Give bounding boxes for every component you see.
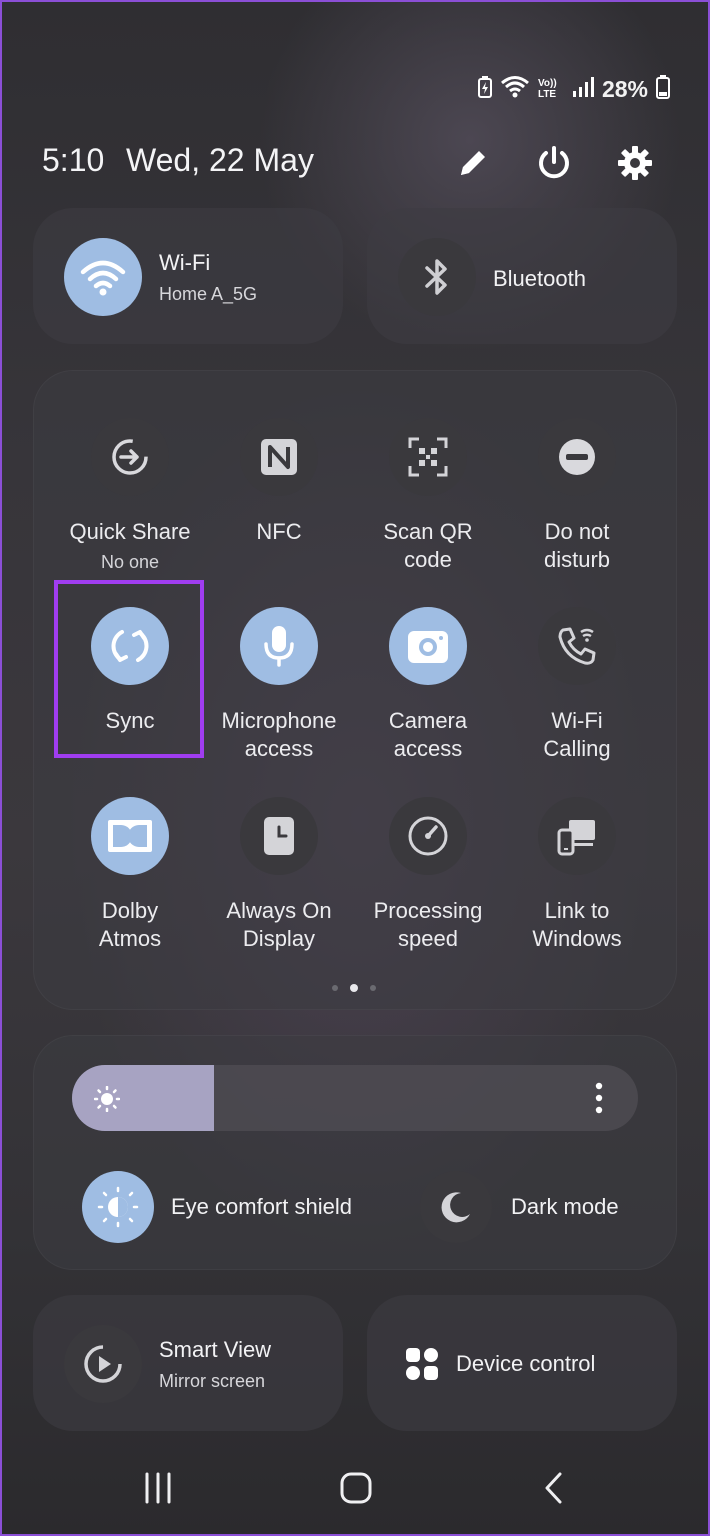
tile-always-on-display[interactable]: Always On Display bbox=[204, 797, 354, 977]
bluetooth-icon bbox=[398, 238, 476, 316]
tile-nfc[interactable]: NFC bbox=[204, 418, 354, 598]
eye-comfort-label: Eye comfort shield bbox=[171, 1194, 352, 1219]
wifi-tile[interactable]: Wi-Fi Home A_5G bbox=[33, 208, 343, 344]
tile-processing-speed[interactable]: Processing speed bbox=[353, 797, 503, 977]
tile-link-to-windows[interactable]: Link to Windows bbox=[502, 797, 652, 977]
clock: 5:10 bbox=[42, 142, 105, 178]
tile-wifi-calling[interactable]: Wi-Fi Calling bbox=[502, 607, 652, 787]
bluetooth-title: Bluetooth bbox=[493, 266, 586, 291]
eye-comfort-icon bbox=[82, 1171, 154, 1243]
qr-scan-icon bbox=[389, 418, 467, 496]
tile-label: NFC bbox=[256, 519, 302, 544]
do-not-disturb-icon bbox=[538, 418, 616, 496]
bluetooth-tile[interactable]: Bluetooth bbox=[367, 208, 677, 344]
back-button[interactable] bbox=[524, 1460, 584, 1516]
tile-do-not-disturb[interactable]: Do not disturb bbox=[502, 418, 652, 598]
eye-comfort-toggle[interactable]: Eye comfort shield bbox=[70, 1165, 400, 1249]
moon-icon bbox=[420, 1171, 492, 1243]
tile-sublabel: No one bbox=[100, 552, 160, 572]
smart-view-icon bbox=[64, 1325, 142, 1403]
battery-icon bbox=[656, 74, 670, 104]
tile-label: Wi-Fi Calling bbox=[543, 708, 611, 761]
page-indicator bbox=[332, 984, 376, 992]
camera-icon bbox=[389, 607, 467, 685]
nfc-icon bbox=[240, 418, 318, 496]
tile-camera-access[interactable]: Camera access bbox=[353, 607, 503, 787]
battery-saver-icon bbox=[477, 75, 492, 103]
dark-mode-toggle[interactable]: Dark mode bbox=[410, 1165, 660, 1249]
page-dot bbox=[370, 985, 376, 991]
device-control-tile[interactable]: Device control bbox=[367, 1295, 677, 1431]
tile-label: Processing speed bbox=[373, 898, 483, 951]
quick-share-icon bbox=[91, 418, 169, 496]
power-icon[interactable] bbox=[531, 140, 577, 186]
wifi-signal-icon bbox=[500, 75, 530, 104]
tile-scan-qr[interactable]: Scan QR code bbox=[353, 418, 503, 598]
wifi-title: Wi-Fi bbox=[159, 250, 211, 275]
tile-label: Camera access bbox=[388, 708, 468, 761]
smart-view-tile[interactable]: Smart View Mirror screen bbox=[33, 1295, 343, 1431]
edit-pencil-icon[interactable] bbox=[450, 140, 496, 186]
home-button[interactable] bbox=[326, 1460, 386, 1516]
tile-label: Dolby Atmos bbox=[98, 898, 162, 951]
tile-label: Do not disturb bbox=[543, 519, 611, 572]
tile-quick-share[interactable]: Quick Share No one bbox=[55, 418, 205, 598]
battery-percent: 28% bbox=[601, 75, 648, 102]
recents-button[interactable] bbox=[128, 1460, 188, 1516]
tile-label: Link to Windows bbox=[532, 898, 622, 951]
smart-view-title: Smart View bbox=[159, 1337, 272, 1362]
device-control-icon bbox=[405, 1347, 439, 1386]
tile-label: Scan QR code bbox=[383, 519, 473, 572]
volte-icon: Vo)) LTE bbox=[537, 78, 557, 100]
always-on-display-icon bbox=[240, 797, 318, 875]
processing-speed-icon bbox=[389, 797, 467, 875]
brightness-slider[interactable] bbox=[72, 1065, 638, 1131]
dark-mode-label: Dark mode bbox=[511, 1194, 619, 1219]
tile-label: Microphone access bbox=[221, 708, 337, 761]
device-control-title: Device control bbox=[456, 1351, 596, 1376]
link-to-windows-icon bbox=[538, 797, 616, 875]
tile-label: Quick Share bbox=[69, 519, 191, 544]
sun-icon bbox=[93, 1085, 121, 1117]
smart-view-subtitle: Mirror screen bbox=[159, 1371, 266, 1391]
page-dot-active bbox=[350, 984, 358, 992]
wifi-network-name: Home A_5G bbox=[159, 284, 258, 304]
status-bar: Vo)) LTE 28% bbox=[477, 72, 670, 106]
dolby-icon bbox=[91, 797, 169, 875]
page-dot bbox=[332, 985, 338, 991]
wifi-icon bbox=[64, 238, 142, 316]
tile-label: Always On Display bbox=[226, 898, 332, 951]
date: Wed, 22 May bbox=[126, 142, 314, 178]
settings-gear-icon[interactable] bbox=[612, 140, 658, 186]
microphone-icon bbox=[240, 607, 318, 685]
tile-microphone-access[interactable]: Microphone access bbox=[204, 607, 354, 787]
tile-dolby-atmos[interactable]: Dolby Atmos bbox=[55, 797, 205, 977]
wifi-calling-icon bbox=[538, 607, 616, 685]
more-options-icon[interactable] bbox=[594, 1082, 604, 1119]
sync-highlight-box bbox=[54, 580, 204, 758]
cell-signal-icon bbox=[572, 76, 594, 103]
